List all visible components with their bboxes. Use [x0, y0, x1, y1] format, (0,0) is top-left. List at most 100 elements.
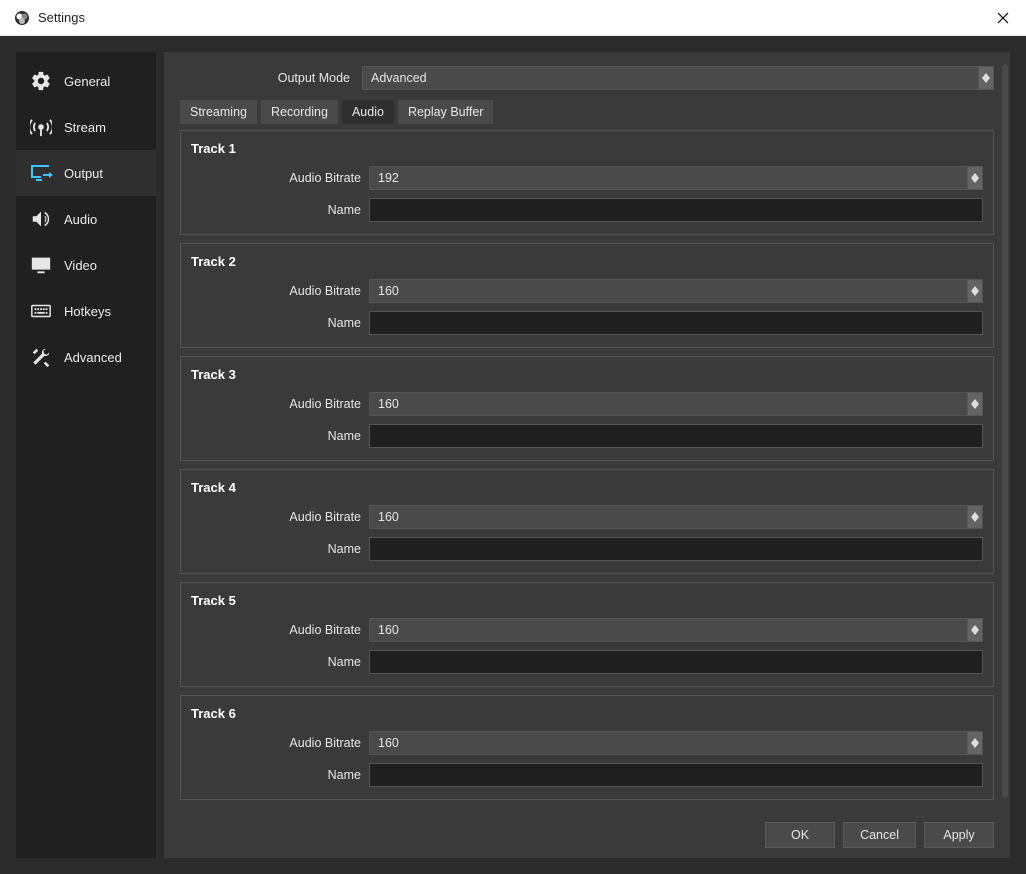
name-row: Name: [191, 198, 983, 222]
name-label: Name: [191, 542, 361, 556]
stepper-icon: [971, 286, 979, 296]
bitrate-label: Audio Bitrate: [191, 736, 361, 750]
name-label: Name: [191, 203, 361, 217]
dialog-button-bar: OK Cancel Apply: [172, 812, 1002, 850]
bitrate-select[interactable]: 160: [369, 618, 967, 642]
output-mode-value: Advanced: [371, 71, 427, 85]
name-row: Name: [191, 424, 983, 448]
track-title: Track 6: [191, 706, 983, 721]
name-row: Name: [191, 311, 983, 335]
sidebar-item-label: Hotkeys: [64, 304, 111, 319]
monitor-icon: [28, 252, 54, 278]
sidebar-item-output[interactable]: Output: [16, 150, 156, 196]
bitrate-row: Audio Bitrate 160: [191, 505, 983, 529]
cancel-button[interactable]: Cancel: [843, 822, 916, 848]
name-row: Name: [191, 537, 983, 561]
bitrate-label: Audio Bitrate: [191, 510, 361, 524]
tab-audio[interactable]: Audio: [342, 100, 394, 124]
bitrate-value: 160: [378, 736, 399, 750]
bitrate-row: Audio Bitrate 160: [191, 618, 983, 642]
name-input[interactable]: [369, 424, 983, 448]
bitrate-value: 160: [378, 510, 399, 524]
sidebar-item-label: Audio: [64, 212, 97, 227]
sidebar: General Stream Output Audio: [16, 52, 156, 858]
titlebar-left: Settings: [14, 10, 85, 26]
name-row: Name: [191, 650, 983, 674]
stepper-icon: [971, 512, 979, 522]
bitrate-stepper[interactable]: [967, 166, 983, 190]
speaker-icon: [28, 206, 54, 232]
track-group: Track 5 Audio Bitrate 160 Nam: [180, 582, 994, 687]
settings-window: Settings General Stream: [0, 0, 1026, 808]
name-label: Name: [191, 429, 361, 443]
main-panel: Output Mode Advanced: [164, 52, 1010, 858]
bitrate-select[interactable]: 160: [369, 731, 967, 755]
bitrate-select[interactable]: 160: [369, 392, 967, 416]
output-mode-stepper[interactable]: [978, 66, 994, 90]
sidebar-item-advanced[interactable]: Advanced: [16, 334, 156, 380]
gear-icon: [28, 68, 54, 94]
tracks-scroll-area[interactable]: Track 1 Audio Bitrate 192 Nam: [172, 130, 1002, 812]
sidebar-item-general[interactable]: General: [16, 58, 156, 104]
scrollbar[interactable]: [1002, 64, 1008, 798]
output-mode-row: Output Mode Advanced: [172, 60, 1002, 100]
bitrate-value: 160: [378, 284, 399, 298]
name-input[interactable]: [369, 198, 983, 222]
apply-button[interactable]: Apply: [924, 822, 994, 848]
sidebar-item-label: Output: [64, 166, 103, 181]
track-group: Track 4 Audio Bitrate 160 Nam: [180, 469, 994, 574]
sidebar-item-stream[interactable]: Stream: [16, 104, 156, 150]
bitrate-row: Audio Bitrate 160: [191, 731, 983, 755]
client-area: General Stream Output Audio: [0, 36, 1026, 874]
bitrate-stepper[interactable]: [967, 392, 983, 416]
track-title: Track 4: [191, 480, 983, 495]
bitrate-stepper[interactable]: [967, 279, 983, 303]
tab-replay-buffer[interactable]: Replay Buffer: [398, 100, 494, 124]
tab-streaming[interactable]: Streaming: [180, 100, 257, 124]
output-mode-select[interactable]: Advanced: [362, 66, 978, 90]
sidebar-item-audio[interactable]: Audio: [16, 196, 156, 242]
track-title: Track 2: [191, 254, 983, 269]
track-group: Track 1 Audio Bitrate 192 Nam: [180, 130, 994, 235]
tab-recording[interactable]: Recording: [261, 100, 338, 124]
stepper-icon: [971, 173, 979, 183]
broadcast-icon: [28, 114, 54, 140]
titlebar: Settings: [0, 0, 1026, 36]
name-input[interactable]: [369, 650, 983, 674]
name-label: Name: [191, 316, 361, 330]
bitrate-stepper[interactable]: [967, 731, 983, 755]
bitrate-select[interactable]: 160: [369, 279, 967, 303]
monitor-export-icon: [28, 160, 54, 186]
bitrate-row: Audio Bitrate 192: [191, 166, 983, 190]
output-mode-select-wrap: Advanced: [362, 66, 994, 90]
bitrate-stepper[interactable]: [967, 505, 983, 529]
sidebar-item-label: General: [64, 74, 110, 89]
name-input[interactable]: [369, 537, 983, 561]
track-title: Track 3: [191, 367, 983, 382]
track-group: Track 6 Audio Bitrate 160 Nam: [180, 695, 994, 800]
output-tabs: Streaming Recording Audio Replay Buffer: [172, 100, 1002, 124]
bitrate-label: Audio Bitrate: [191, 397, 361, 411]
window-title: Settings: [38, 10, 85, 25]
track-group: Track 3 Audio Bitrate 160 Nam: [180, 356, 994, 461]
sidebar-item-label: Stream: [64, 120, 106, 135]
name-input[interactable]: [369, 763, 983, 787]
keyboard-icon: [28, 298, 54, 324]
tools-icon: [28, 344, 54, 370]
bitrate-select[interactable]: 192: [369, 166, 967, 190]
app-icon: [14, 10, 30, 26]
close-button[interactable]: [980, 0, 1026, 36]
bitrate-value: 160: [378, 397, 399, 411]
sidebar-item-video[interactable]: Video: [16, 242, 156, 288]
bitrate-select[interactable]: 160: [369, 505, 967, 529]
bitrate-row: Audio Bitrate 160: [191, 279, 983, 303]
bitrate-row: Audio Bitrate 160: [191, 392, 983, 416]
sidebar-item-hotkeys[interactable]: Hotkeys: [16, 288, 156, 334]
ok-button[interactable]: OK: [765, 822, 835, 848]
name-input[interactable]: [369, 311, 983, 335]
name-label: Name: [191, 768, 361, 782]
close-icon: [997, 12, 1009, 24]
stepper-icon: [971, 738, 979, 748]
stepper-icon: [971, 625, 979, 635]
bitrate-stepper[interactable]: [967, 618, 983, 642]
